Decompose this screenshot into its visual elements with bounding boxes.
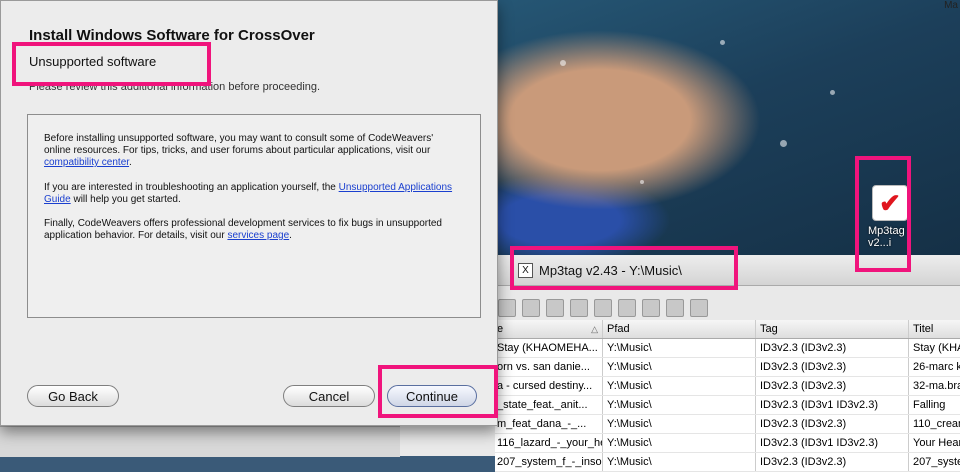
cell-title: 32-ma.bra - (913, 380, 960, 392)
table-row[interactable]: _state_feat._anit... Y:\Music\ ID3v2.3 (ID… (495, 396, 960, 415)
cell-title: Your Heart i (913, 437, 960, 449)
compatibility-center-link[interactable]: compatibility center (44, 157, 129, 168)
annotation-highlight (510, 246, 738, 290)
table-row[interactable]: m_feat_dana_-_... Y:\Music\ ID3v2.3 (ID3v2… (495, 415, 960, 434)
cell-tag: ID3v2.3 (ID3v1 ID3v2.3) (756, 434, 909, 452)
cell-title: 26-marc kor (913, 361, 960, 373)
list-icon[interactable] (618, 299, 636, 317)
cell-filename: Stay (KHAOMEHA... (495, 339, 603, 357)
cell-title: Stay (KHAO (913, 342, 960, 354)
paragraph-text: Before installing unsupported software, … (44, 133, 434, 156)
column-header-tag[interactable]: Tag (756, 320, 909, 338)
numbering-icon[interactable] (594, 299, 612, 317)
cell-tag: ID3v2.3 (ID3v2.3) (756, 377, 909, 395)
cell-title: 110_cream_ (913, 418, 960, 430)
info-box: Before installing unsupported software, … (27, 114, 481, 318)
cancel-button[interactable]: Cancel (283, 385, 375, 407)
filter-icon[interactable] (690, 299, 708, 317)
column-header-title[interactable]: Titel (909, 320, 960, 338)
column-header-filename[interactable]: e △ (495, 320, 603, 338)
cell-title: Falling (913, 399, 946, 411)
action-icon[interactable] (666, 299, 684, 317)
menubar-fragment: Ma (944, 0, 958, 11)
paragraph-text: . (289, 230, 292, 241)
table-row[interactable]: Stay (KHAOMEHA... Y:\Music\ ID3v2.3 (ID3v2… (495, 339, 960, 358)
paragraph-text: If you are interested in troubleshooting… (44, 182, 339, 193)
water-droplet (830, 90, 835, 95)
file-table: e △ Pfad Tag Titel Stay (KHAOMEHA... Y:\Mu… (495, 320, 960, 472)
annotation-highlight (855, 156, 911, 272)
water-droplet (640, 180, 644, 184)
annotation-highlight (378, 365, 498, 418)
cell-tag: ID3v2.3 (ID3v1 ID3v2.3) (756, 396, 909, 414)
table-row[interactable]: a - cursed destiny... Y:\Music\ ID3v2.3 (I… (495, 377, 960, 396)
annotation-highlight (12, 42, 211, 86)
table-row[interactable]: orn vs. san danie... Y:\Music\ ID3v2.3 (ID… (495, 358, 960, 377)
background-window-strip (0, 426, 400, 457)
water-droplet (560, 60, 566, 66)
sort-arrow-icon: △ (591, 324, 598, 334)
cell-path: Y:\Music\ (603, 434, 756, 452)
go-back-button[interactable]: Go Back (27, 385, 119, 407)
cell-filename: 116_lazard_-_your_heart_... (495, 434, 603, 452)
cell-path: Y:\Music\ (603, 415, 756, 433)
table-row[interactable]: 116_lazard_-_your_heart_...Y:\Music\ID3v… (495, 434, 960, 453)
cell-filename: _state_feat._anit... (495, 396, 603, 414)
water-droplet (720, 40, 725, 45)
tag-icon[interactable] (498, 299, 516, 317)
services-page-link[interactable]: services page (227, 230, 289, 241)
info-paragraph: Before installing unsupported software, … (44, 133, 459, 169)
web-source-icon[interactable] (642, 299, 660, 317)
info-paragraph: Finally, CodeWeavers offers professional… (44, 218, 459, 242)
column-header-path[interactable]: Pfad (603, 320, 756, 338)
cell-filename: orn vs. san danie... (495, 358, 603, 376)
table-header: e △ Pfad Tag Titel (495, 320, 960, 339)
cell-path: Y:\Music\ (603, 358, 756, 376)
cell-tag: ID3v2.3 (ID3v2.3) (756, 358, 909, 376)
text-case-icon[interactable] (522, 299, 540, 317)
cell-path: Y:\Music\ (603, 396, 756, 414)
paragraph-text: . (129, 157, 132, 168)
cell-tag: ID3v2.3 (ID3v2.3) (756, 415, 909, 433)
cell-tag: ID3v2.3 (ID3v2.3) (756, 339, 909, 357)
paragraph-text: will help you get started. (70, 194, 181, 205)
edit-icon[interactable] (546, 299, 564, 317)
water-droplet (780, 140, 787, 147)
cell-filename: a - cursed destiny... (495, 377, 603, 395)
cell-path: Y:\Music\ (603, 377, 756, 395)
cell-filename: m_feat_dana_-_... (495, 415, 603, 433)
cell-path: Y:\Music\ (603, 339, 756, 357)
export-icon[interactable] (570, 299, 588, 317)
info-paragraph: If you are interested in troubleshooting… (44, 182, 459, 206)
